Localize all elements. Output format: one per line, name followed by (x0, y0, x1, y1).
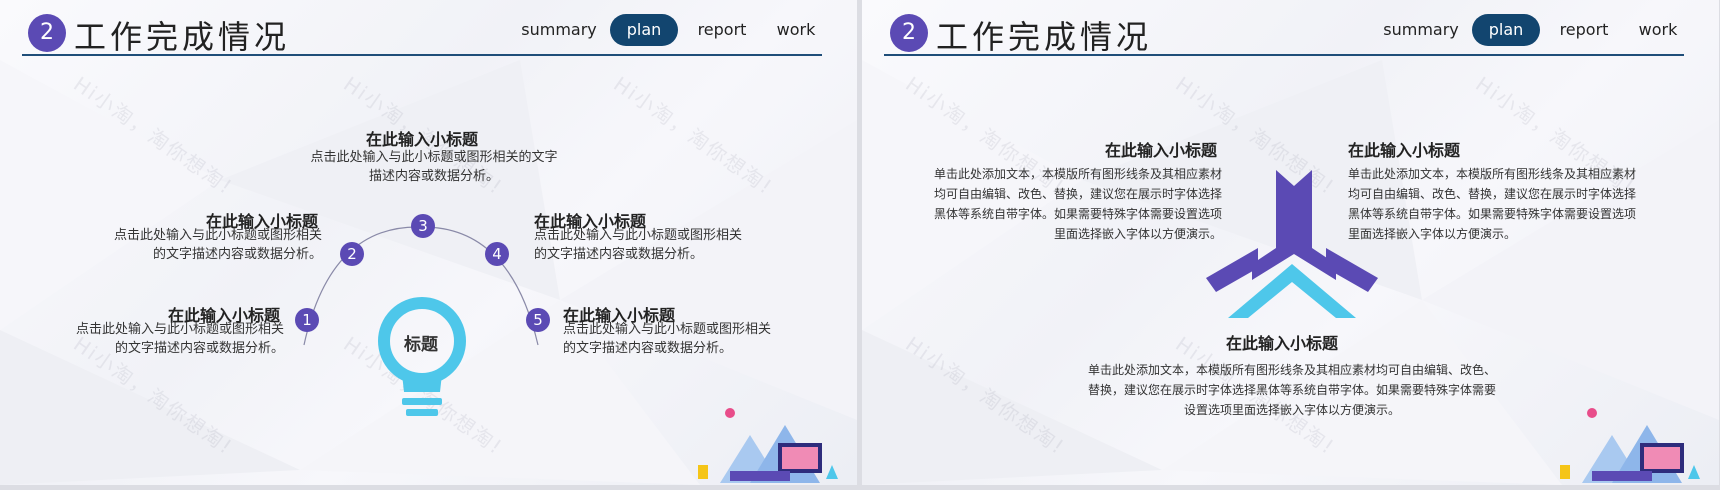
bulb-label: 标题 (404, 335, 438, 355)
office-illustration (698, 408, 838, 483)
nav-summary[interactable]: summary (520, 14, 598, 46)
slide-2: Hi小淘，淘你想淘! Hi小淘，淘你想淘! Hi小淘，淘你想淘! Hi小淘，淘你… (862, 0, 1719, 485)
page-title: 工作完成情况 (936, 18, 1153, 56)
item-4-desc: 点击此处输入与此小标题或图形相关 的文字描述内容或数据分析。 (534, 228, 743, 262)
item-2-number: 2 (340, 242, 364, 266)
page-title: 工作完成情况 (74, 18, 291, 56)
item-5-number: 5 (526, 308, 550, 332)
lightbulb-icon (378, 297, 466, 416)
item-3-title: 在此输入小标题 (366, 130, 479, 149)
block-bottom-title: 在此输入小标题 (1226, 334, 1339, 353)
nav-report[interactable]: report (1552, 14, 1616, 46)
item-5-desc: 点击此处输入与此小标题或图形相关 的文字描述内容或数据分析。 (563, 322, 772, 356)
item-3-desc: 点击此处输入与此小标题或图形相关的文字 描述内容或数据分析。 (310, 150, 558, 184)
nav-work[interactable]: work (770, 14, 822, 46)
block-left-desc: 单击此处添加文本，本模版所有图形线条及其相应素材 均可自由编辑、改色、替换，建议您… (933, 167, 1222, 241)
nav-work[interactable]: work (1632, 14, 1684, 46)
item-3-number: 3 (411, 214, 435, 238)
tri-chevron-graphic (1206, 170, 1378, 318)
item-1-desc: 点击此处输入与此小标题或图形相关 的文字描述内容或数据分析。 (75, 322, 284, 356)
header-rule (884, 54, 1684, 56)
office-illustration (1560, 408, 1700, 483)
item-2-desc: 点击此处输入与此小标题或图形相关 的文字描述内容或数据分析。 (113, 228, 322, 262)
section-number-badge: 2 (890, 14, 928, 52)
section-number-badge: 2 (28, 14, 66, 52)
block-left-title: 在此输入小标题 (1105, 141, 1218, 160)
header-rule (22, 54, 822, 56)
slide-1: Hi小淘，淘你想淘! Hi小淘，淘你想淘! Hi小淘，淘你想淘! Hi小淘，淘你… (0, 0, 857, 485)
block-right-desc: 单击此处添加文本，本模版所有图形线条及其相应素材 均可自由编辑、改色、替换，建议您… (1348, 167, 1637, 241)
item-4-number: 4 (485, 242, 509, 266)
nav-plan[interactable]: plan (610, 14, 678, 46)
block-bottom-desc: 单击此处添加文本，本模版所有图形线条及其相应素材均可自由编辑、改色、 替换，建议您… (1087, 363, 1496, 417)
nav-report[interactable]: report (690, 14, 754, 46)
nav-summary[interactable]: summary (1382, 14, 1460, 46)
block-right-title: 在此输入小标题 (1348, 141, 1461, 160)
item-1-number: 1 (295, 308, 319, 332)
nav-plan[interactable]: plan (1472, 14, 1540, 46)
